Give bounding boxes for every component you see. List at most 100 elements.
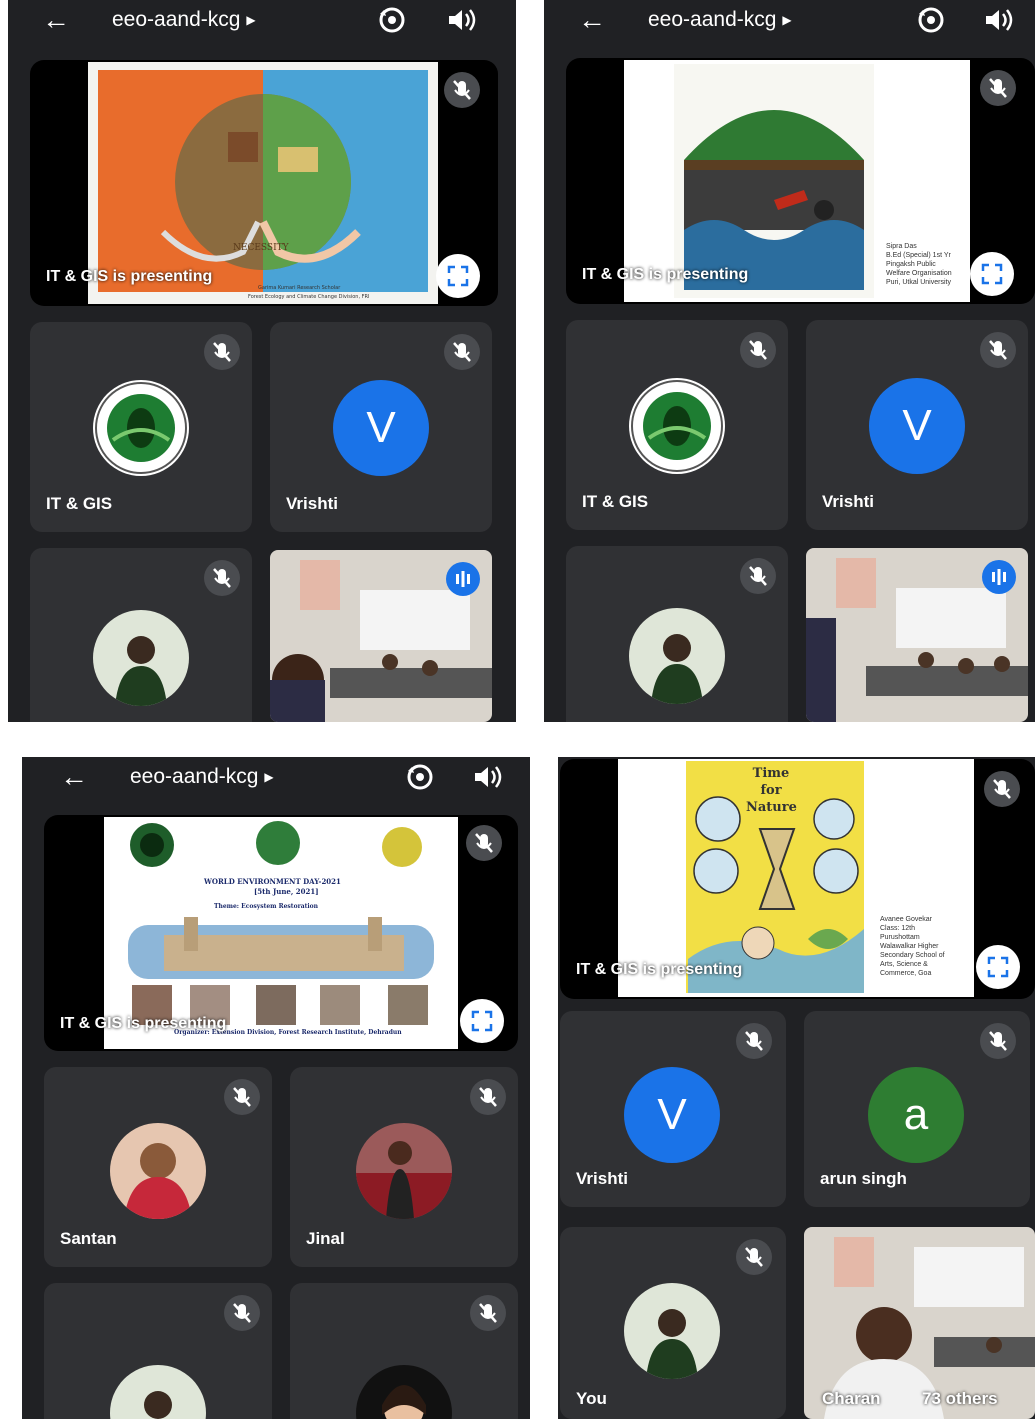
mic-off-icon — [444, 334, 480, 370]
slide-theme: Theme: Ecosystem Restoration — [214, 903, 319, 910]
slide-caption: Sipra Das B.Ed (Special) 1st Yr Pingaksh… — [886, 243, 952, 286]
participant-name: arun singh — [820, 1169, 907, 1188]
speaker-icon[interactable] — [446, 6, 476, 34]
mic-off-icon — [980, 332, 1016, 368]
arrow-back-icon[interactable]: ← — [42, 6, 70, 34]
presenting-label: IT & GIS is presenting — [582, 266, 749, 283]
letter-avatar: V — [869, 378, 965, 474]
letter-avatar: a — [868, 1067, 964, 1163]
mic-off-icon — [740, 332, 776, 368]
slide-heading: Time for Nature — [746, 766, 797, 815]
meeting-title[interactable]: eeo-aand-kcg ▶ — [130, 765, 274, 789]
presentation-tile[interactable]: NECESSITY Garima Kumari Research Scholar… — [30, 60, 498, 306]
profile-photo-avatar — [93, 610, 189, 706]
organization-logo-avatar — [93, 380, 189, 476]
speaker-icon[interactable] — [472, 763, 502, 791]
participant-name: Charan — [822, 1389, 881, 1408]
switch-camera-icon[interactable] — [915, 4, 947, 36]
participant-name: Jinal — [306, 1229, 345, 1248]
presentation-tile[interactable]: Time for Nature Avanee Govekar Class: 12… — [560, 759, 1035, 999]
slide-event-date: [5th June, 2021] — [254, 887, 319, 896]
chevron-right-icon: ▶ — [264, 770, 274, 785]
participant-name: Vrishti — [286, 494, 338, 513]
participant-tile[interactable]: You — [560, 1227, 786, 1419]
presentation-tile[interactable]: Sipra Das B.Ed (Special) 1st Yr Pingaksh… — [566, 58, 1035, 304]
others-count[interactable]: 73 others — [922, 1389, 998, 1409]
meet-panel-3: ← eeo-aand-kcg ▶ WORLD ENVIRONMENT DAY-20… — [22, 757, 530, 1419]
mic-off-icon — [984, 771, 1020, 807]
profile-photo-avatar — [356, 1365, 452, 1419]
participant-name: IT & GIS — [46, 494, 113, 513]
switch-camera-icon[interactable] — [376, 4, 408, 36]
switch-camera-icon[interactable] — [404, 761, 436, 793]
participant-name: IT & GIS — [582, 492, 649, 511]
mic-off-icon — [204, 560, 240, 596]
fullscreen-button[interactable] — [460, 999, 504, 1043]
mic-off-icon — [470, 1295, 506, 1331]
meet-panel-4: Time for Nature Avanee Govekar Class: 12… — [558, 757, 1035, 1419]
mic-off-icon — [740, 558, 776, 594]
participant-tile[interactable]: a arun singh — [804, 1011, 1030, 1207]
fullscreen-button[interactable] — [436, 254, 480, 298]
fullscreen-button[interactable] — [970, 252, 1014, 296]
mic-off-icon — [980, 1023, 1016, 1059]
letter-avatar: V — [624, 1067, 720, 1163]
arrow-back-icon[interactable]: ← — [60, 763, 88, 791]
mic-off-icon — [224, 1079, 260, 1115]
participant-tile[interactable]: IT & GIS — [566, 320, 788, 530]
slide-necessity-text: NECESSITY — [233, 243, 290, 253]
presentation-tile[interactable]: WORLD ENVIRONMENT DAY-2021 [5th June, 20… — [44, 815, 518, 1051]
meeting-title[interactable]: eeo-aand-kcg ▶ — [112, 8, 256, 32]
presenting-label: IT & GIS is presenting — [576, 961, 743, 978]
participant-name: Vrishti — [822, 492, 874, 511]
slide-credit-text-2: Forest Ecology and Climate Change Divisi… — [248, 294, 369, 300]
mic-off-icon — [466, 825, 502, 861]
chevron-right-icon: ▶ — [246, 13, 256, 28]
mic-off-icon — [980, 70, 1016, 106]
participant-tile[interactable] — [44, 1283, 272, 1419]
mic-off-icon — [736, 1239, 772, 1275]
organization-logo-avatar — [629, 378, 725, 474]
participant-tile[interactable]: Santan — [44, 1067, 272, 1267]
audio-level-icon — [446, 562, 480, 596]
profile-photo-avatar — [629, 608, 725, 704]
arrow-back-icon[interactable]: ← — [578, 6, 606, 34]
speaker-icon[interactable] — [983, 6, 1013, 34]
participant-tile[interactable] — [30, 548, 252, 722]
letter-avatar: V — [333, 380, 429, 476]
mic-off-icon — [736, 1023, 772, 1059]
participant-tile[interactable]: V Vrishti — [806, 320, 1028, 530]
presenting-label: IT & GIS is presenting — [46, 268, 213, 285]
participant-video[interactable] — [270, 550, 492, 722]
mic-off-icon — [444, 72, 480, 108]
participant-name: Santan — [60, 1229, 117, 1248]
profile-photo-avatar — [110, 1365, 206, 1419]
profile-photo-avatar — [356, 1123, 452, 1219]
presenting-label: IT & GIS is presenting — [60, 1015, 227, 1032]
mic-off-icon — [204, 334, 240, 370]
participant-name: You — [576, 1389, 607, 1408]
profile-photo-avatar — [110, 1123, 206, 1219]
participant-tile[interactable]: V Vrishti — [270, 322, 492, 532]
meet-panel-1: ← eeo-aand-kcg ▶ NECESSITY Garima Kumari … — [8, 0, 516, 722]
participant-video[interactable] — [806, 548, 1028, 722]
participant-tile[interactable]: V Vrishti — [560, 1011, 786, 1207]
participant-tile[interactable]: Jinal — [290, 1067, 518, 1267]
fullscreen-button[interactable] — [976, 945, 1020, 989]
meeting-title[interactable]: eeo-aand-kcg ▶ — [648, 8, 792, 32]
participant-tile[interactable] — [566, 546, 788, 722]
mic-off-icon — [470, 1079, 506, 1115]
meet-panel-2: ← eeo-aand-kcg ▶ Sipra Das B.Ed (Special)… — [544, 0, 1035, 722]
top-bar: ← eeo-aand-kcg ▶ — [22, 757, 530, 801]
mic-off-icon — [224, 1295, 260, 1331]
profile-photo-avatar — [624, 1283, 720, 1379]
participant-video[interactable]: Charan 73 others — [804, 1227, 1035, 1419]
slide-caption: Avanee Govekar Class: 12th Purushottam W… — [880, 916, 945, 977]
audio-level-icon — [982, 560, 1016, 594]
slide-event-title: WORLD ENVIRONMENT DAY-2021 — [204, 877, 341, 886]
slide-credit-text: Garima Kumari Research Scholar — [258, 285, 341, 291]
participant-tile[interactable] — [290, 1283, 518, 1419]
participant-name: Vrishti — [576, 1169, 628, 1188]
participant-tile[interactable]: IT & GIS — [30, 322, 252, 532]
chevron-right-icon: ▶ — [782, 13, 792, 28]
